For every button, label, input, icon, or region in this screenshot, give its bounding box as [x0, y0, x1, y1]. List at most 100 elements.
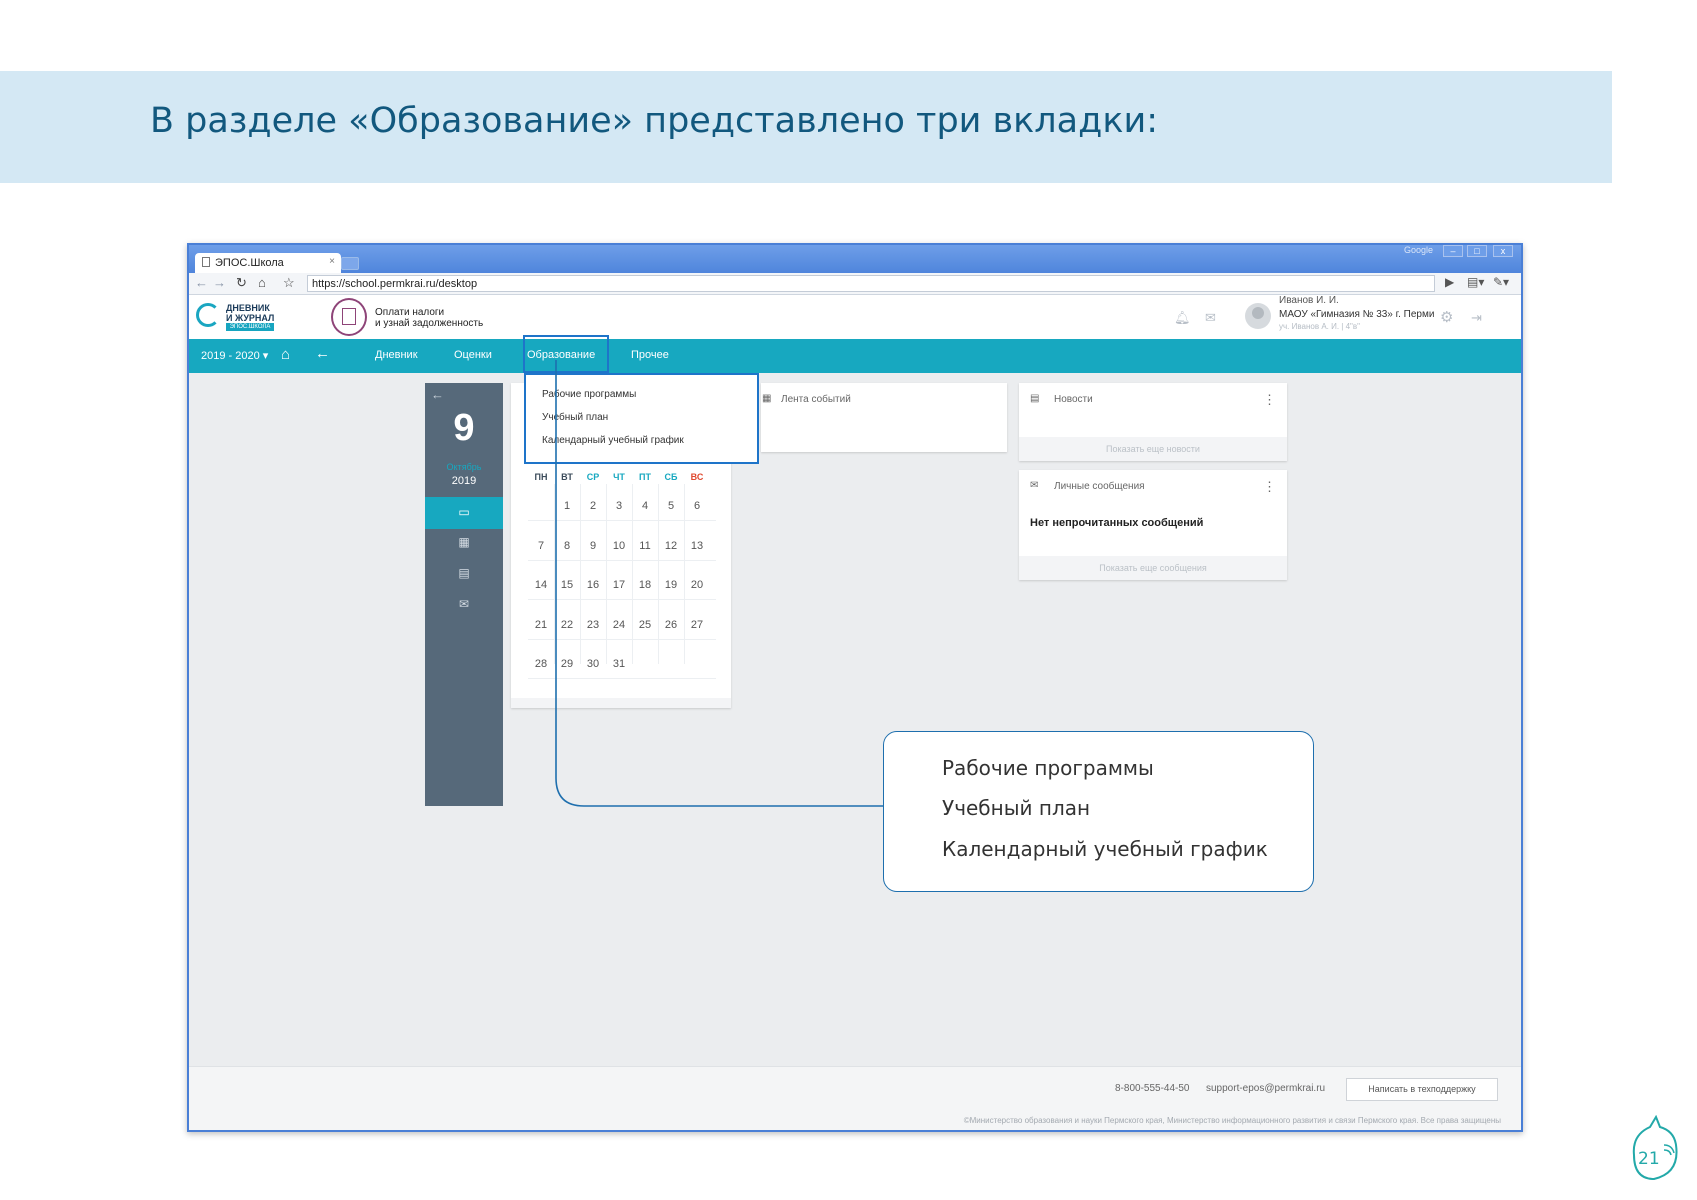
schedule-tab[interactable]: ▭ — [425, 497, 503, 529]
maximize-button[interactable]: □ — [1467, 245, 1487, 257]
bell-icon[interactable]: 🔔︎ — [1174, 310, 1191, 326]
calendar-day[interactable]: 21 — [528, 619, 554, 631]
logout-icon[interactable]: ⇥ — [1471, 310, 1482, 326]
calendar-day[interactable]: 24 — [606, 619, 632, 631]
minimize-button[interactable]: – — [1443, 245, 1463, 257]
calendar-day[interactable]: 6 — [684, 500, 710, 512]
browser-titlebar: ЭПОС.Школа × Google – □ x — [189, 245, 1521, 273]
address-bar[interactable]: https://school.permkrai.ru/desktop — [307, 275, 1435, 292]
card-title: Личные сообщения — [1054, 481, 1145, 492]
grid-line — [528, 638, 716, 640]
logo-text[interactable]: ДНЕВНИК И ЖУРНАЛ — [226, 303, 274, 323]
calendar-day[interactable]: 11 — [632, 540, 658, 552]
calendar-day[interactable]: 22 — [554, 619, 580, 631]
menu-dots-icon[interactable]: ⋮ — [1263, 392, 1276, 408]
mail-icon[interactable]: ✉ — [425, 597, 503, 611]
slide: В разделе «Образование» представлено три… — [0, 0, 1697, 1200]
home-icon[interactable]: ⌂ — [281, 346, 290, 363]
calendar-day[interactable]: 9 — [580, 540, 606, 552]
tax-line1: Оплати налоги — [375, 307, 445, 318]
play-icon[interactable]: ▶ — [1445, 275, 1454, 289]
back-arrow-icon[interactable]: ← — [195, 275, 208, 290]
calendar-day[interactable]: 2 — [580, 500, 606, 512]
menu-item-curriculum[interactable]: Учебный план — [542, 412, 608, 423]
nav-item-diary[interactable]: Дневник — [375, 349, 418, 361]
show-more-messages[interactable]: Показать еще сообщения — [1019, 556, 1287, 580]
messages-card: ✉ Личные сообщения ⋮ Нет непрочитанных с… — [1019, 470, 1287, 580]
calendar-day[interactable]: 29 — [554, 658, 580, 670]
calendar-day[interactable]: 20 — [684, 579, 710, 591]
news-icon: ▤ — [1030, 393, 1040, 404]
new-tab-button[interactable] — [341, 257, 359, 270]
calendar-day[interactable]: 1 — [554, 500, 580, 512]
support-email[interactable]: support-epos@permkrai.ru — [1206, 1083, 1325, 1094]
wrench-icon[interactable]: ✎▾ — [1493, 275, 1509, 289]
grid-line — [528, 599, 716, 600]
title-banner: В разделе «Образование» представлено три… — [0, 71, 1612, 183]
calendar-day[interactable]: 14 — [528, 579, 554, 591]
callout-item-work-programs: Рабочие программы — [942, 756, 1154, 780]
diary-logo-icon[interactable] — [196, 303, 220, 327]
weekday-header: ВТ — [561, 472, 573, 482]
close-tab-icon[interactable]: × — [329, 256, 335, 267]
calendar-day[interactable]: 19 — [658, 579, 684, 591]
menu-item-academic-calendar[interactable]: Календарный учебный график — [542, 435, 684, 446]
grid-line — [554, 484, 555, 664]
calendar-day[interactable]: 26 — [658, 619, 684, 631]
gear-icon[interactable]: ⚙ — [1440, 308, 1453, 326]
weekday-header: ВС — [690, 472, 704, 482]
support-phone[interactable]: 8-800-555-44-50 — [1115, 1083, 1190, 1094]
calendar-day[interactable]: 10 — [606, 540, 632, 552]
calendar-day[interactable]: 15 — [554, 579, 580, 591]
card-title: Лента событий — [781, 394, 851, 405]
main-nav: 2019 - 2020 ▾ ⌂ ← Дневник Оценки Образов… — [189, 335, 1521, 373]
calendar-day[interactable]: 3 — [606, 500, 632, 512]
back-arrow-icon[interactable]: ← — [431, 387, 444, 402]
calendar-day[interactable]: 17 — [606, 579, 632, 591]
mail-icon: ✉ — [1030, 480, 1039, 491]
calendar-day[interactable]: 18 — [632, 579, 658, 591]
nav-item-grades[interactable]: Оценки — [454, 349, 492, 361]
calendar-day[interactable]: 30 — [580, 658, 606, 670]
browser-tab[interactable]: ЭПОС.Школа × — [195, 253, 341, 273]
back-arrow-icon[interactable]: ← — [315, 345, 330, 362]
logo-badge: ЭПОС.ШКОЛА — [226, 323, 274, 331]
tax-link[interactable]: Оплати налоги и узнай задолженность — [375, 307, 483, 329]
contact-support-button[interactable]: Написать в техподдержку — [1346, 1078, 1498, 1101]
calendar-day[interactable]: 16 — [580, 579, 606, 591]
mail-icon[interactable]: ✉ — [1205, 310, 1216, 326]
calendar-day[interactable]: 28 — [528, 658, 554, 670]
calendar-day[interactable]: 7 — [528, 540, 554, 552]
menu-dots-icon[interactable]: ⋮ — [1263, 479, 1276, 495]
calendar-day[interactable]: 23 — [580, 619, 606, 631]
calendar-day[interactable]: 12 — [658, 540, 684, 552]
calendar-icon[interactable]: ▦ — [425, 535, 503, 549]
calendar-day[interactable]: 8 — [554, 540, 580, 552]
chat-icon[interactable]: ▤ — [425, 566, 503, 580]
calendar-day[interactable]: 27 — [684, 619, 710, 631]
education-dropdown: Рабочие программы Учебный план Календарн… — [524, 373, 759, 464]
user-name[interactable]: Иванов И. И. — [1279, 295, 1339, 306]
tax-document-icon[interactable] — [331, 298, 367, 336]
grid-line — [606, 484, 607, 664]
star-icon[interactable]: ☆ — [283, 275, 295, 291]
page-icon — [202, 257, 210, 267]
calendar-footer — [511, 698, 731, 708]
home-icon[interactable]: ⌂ — [258, 275, 266, 290]
calendar-day[interactable]: 13 — [684, 540, 710, 552]
calendar-day[interactable]: 31 — [606, 658, 632, 670]
app-footer: 8-800-555-44-50 support-epos@permkrai.ru… — [189, 1066, 1521, 1130]
window-close-button[interactable]: x — [1493, 245, 1513, 257]
avatar[interactable] — [1245, 303, 1271, 329]
forward-arrow-icon[interactable]: → — [213, 275, 226, 290]
calendar-day[interactable]: 5 — [658, 500, 684, 512]
brand-logo-icon: 21 — [1632, 1115, 1678, 1181]
page-menu-icon[interactable]: ▤▾ — [1467, 275, 1484, 289]
reload-icon[interactable]: ↻ — [236, 275, 247, 291]
calendar-day[interactable]: 25 — [632, 619, 658, 631]
nav-item-other[interactable]: Прочее — [631, 349, 669, 361]
menu-item-work-programs[interactable]: Рабочие программы — [542, 389, 636, 400]
calendar-day[interactable]: 4 — [632, 500, 658, 512]
show-more-news[interactable]: Показать еще новости — [1019, 437, 1287, 461]
school-year-select[interactable]: 2019 - 2020 ▾ — [201, 349, 268, 362]
